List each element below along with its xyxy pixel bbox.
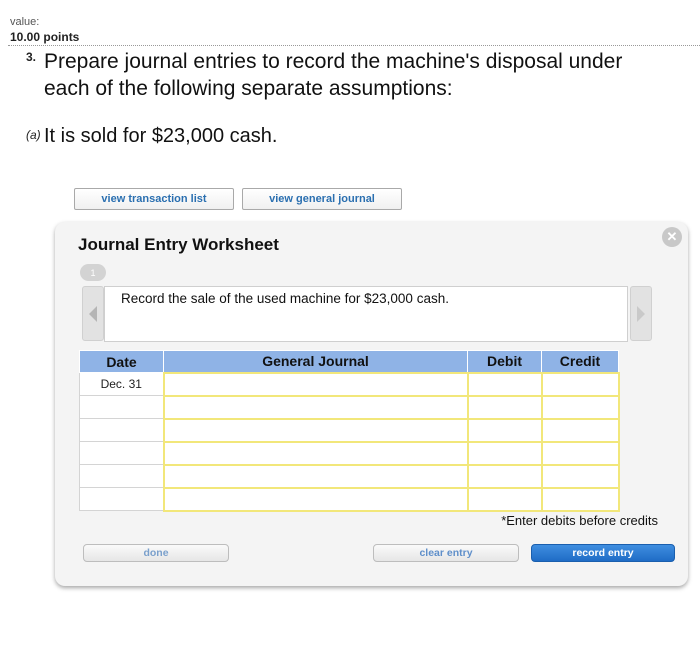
account-input[interactable] bbox=[162, 440, 469, 466]
view-general-journal-button[interactable]: view general journal bbox=[242, 188, 402, 210]
date-cell: Dec. 31 bbox=[79, 372, 164, 396]
column-header-credit: Credit bbox=[541, 350, 619, 373]
question-number: 3. bbox=[26, 50, 37, 64]
credit-input[interactable] bbox=[540, 463, 620, 489]
credit-input[interactable] bbox=[540, 486, 620, 512]
worksheet-title: Journal Entry Worksheet bbox=[78, 235, 279, 254]
account-input[interactable] bbox=[162, 417, 469, 443]
date-cell bbox=[79, 395, 164, 419]
view-transaction-list-button[interactable]: view transaction list bbox=[74, 188, 234, 210]
account-input[interactable] bbox=[162, 463, 469, 489]
table-row bbox=[79, 394, 620, 420]
question-text: Prepare journal entries to record the ma… bbox=[44, 50, 623, 100]
table-row bbox=[79, 463, 620, 489]
part-letter: (a) bbox=[26, 128, 41, 142]
credit-input[interactable] bbox=[540, 371, 620, 397]
debit-input[interactable] bbox=[466, 440, 543, 466]
debit-input[interactable] bbox=[466, 486, 543, 512]
clear-entry-button[interactable]: clear entry bbox=[373, 544, 519, 562]
debits-first-note: *Enter debits before credits bbox=[501, 513, 658, 528]
journal-entry-worksheet: Journal Entry Worksheet ✕ 1 Record the s… bbox=[55, 222, 688, 586]
credit-input[interactable] bbox=[540, 417, 620, 443]
debit-input[interactable] bbox=[466, 417, 543, 443]
chevron-left-icon bbox=[89, 305, 97, 322]
account-input[interactable] bbox=[162, 371, 469, 397]
table-row bbox=[79, 417, 620, 443]
date-cell bbox=[79, 464, 164, 488]
date-cell bbox=[79, 441, 164, 465]
debit-input[interactable] bbox=[466, 463, 543, 489]
date-cell bbox=[79, 418, 164, 442]
value-label: value: bbox=[10, 16, 40, 28]
column-header-debit: Debit bbox=[467, 350, 542, 373]
record-entry-button[interactable]: record entry bbox=[531, 544, 675, 562]
account-input[interactable] bbox=[162, 486, 469, 512]
journal-table: Date General Journal Debit Credit Dec. 3… bbox=[79, 350, 620, 512]
debit-input[interactable] bbox=[466, 371, 543, 397]
instruction-text: Record the sale of the used machine for … bbox=[121, 291, 449, 306]
credit-input[interactable] bbox=[540, 440, 620, 466]
table-row bbox=[79, 486, 620, 512]
close-icon[interactable]: ✕ bbox=[662, 227, 682, 247]
account-input[interactable] bbox=[162, 394, 469, 420]
part-text: It is sold for $23,000 cash. bbox=[44, 125, 278, 147]
previous-arrow-button[interactable] bbox=[82, 286, 104, 341]
next-arrow-button[interactable] bbox=[630, 286, 652, 341]
done-button[interactable]: done bbox=[83, 544, 229, 562]
chevron-right-icon bbox=[637, 305, 645, 322]
date-cell bbox=[79, 487, 164, 511]
debit-input[interactable] bbox=[466, 394, 543, 420]
table-row: Dec. 31 bbox=[79, 371, 620, 397]
column-header-general-journal: General Journal bbox=[163, 350, 468, 373]
credit-input[interactable] bbox=[540, 394, 620, 420]
instruction-box: Record the sale of the used machine for … bbox=[104, 286, 628, 342]
column-header-date: Date bbox=[79, 350, 164, 373]
step-indicator: 1 bbox=[80, 264, 106, 281]
table-row bbox=[79, 440, 620, 466]
divider bbox=[8, 45, 700, 46]
points-label: 10.00 points bbox=[10, 30, 80, 44]
